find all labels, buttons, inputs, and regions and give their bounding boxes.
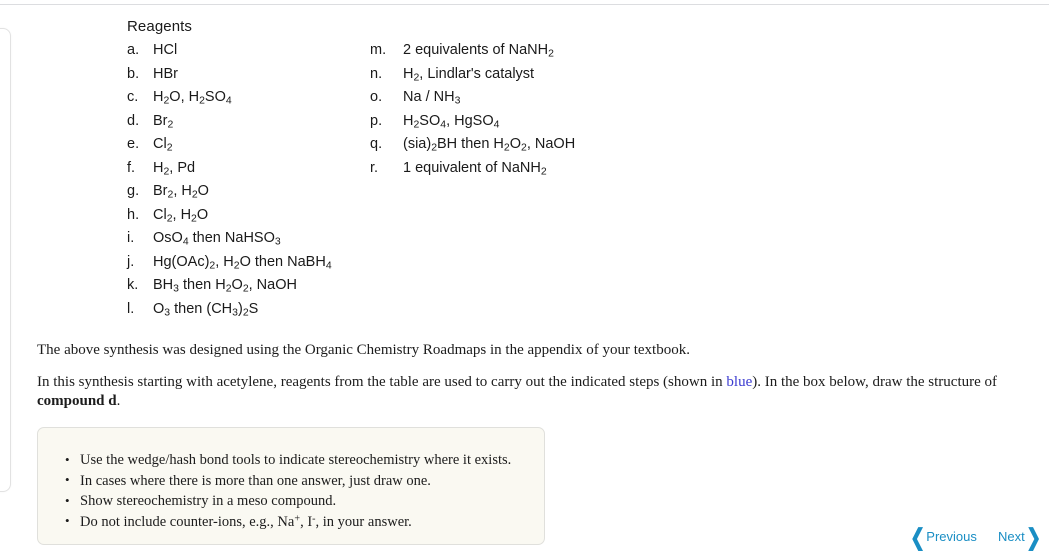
reagent-value: H2, Lindlar's catalyst [403,65,535,83]
next-button[interactable]: Next ❯ [998,524,1043,550]
reagent-row-q: q. (sia)2BH then H2O2, NaOH [370,133,670,157]
reagent-key: d. [127,112,140,129]
reagents-table: Reagents a. HCl b. HBr c. H2O, H2SO4 d. Br2 e. Cl… [127,16,687,318]
pagination-nav: ❮ Previous Next ❯ [900,524,1043,552]
reagents-left-column: a. HCl b. HBr c. H2O, H2SO4 d. Br2 e. Cl2 f. H2, Pd… [127,39,377,321]
reagent-value: H2O, H2SO4 [153,89,232,107]
previous-button-label: Previous [926,529,977,544]
reagent-key: e. [127,136,140,152]
reagent-row-i: i. OsO4 then NaHSO3 [127,227,377,251]
counter-ions-text-1: Do not include counter-ions, e.g., Na [80,513,295,530]
reagent-row-l: l. O3 then (CH3)2S [127,298,377,322]
roadmap-paragraph: The above synthesis was designed using t… [37,342,690,358]
reagent-value: O3 then (CH3)2S [153,300,259,318]
reagent-key: p. [370,112,383,129]
counter-ions-text-3: , in your answer. [315,513,412,530]
reagent-value: Br2, H2O [153,183,209,201]
reagent-value: H2SO4, HgSO4 [403,112,500,130]
reagent-value: 1 equivalent of NaNH2 [403,159,547,177]
previous-button[interactable]: ❮ Previous [908,524,977,550]
reagent-value: BH3 then H2O2, NaOH [153,277,297,295]
reagent-key: g. [127,183,140,199]
instruction-item-meso: Show stereochemistry in a meso compound. [65,491,532,512]
reagent-value: H2, Pd [153,159,196,177]
reagent-row-p: p. H2SO4, HgSO4 [370,110,670,134]
reagent-value: (sia)2BH then H2O2, NaOH [403,136,576,154]
reagent-row-o: o. Na / NH3 [370,86,670,110]
reagent-value: Br2 [153,112,174,130]
reagent-key: o. [370,89,383,105]
chevron-left-icon: ❮ [910,523,926,550]
reagent-row-g: g. Br2, H2O [127,180,377,204]
reagent-key: j. [127,253,135,270]
chevron-right-icon: ❯ [1025,523,1041,550]
instruction-item-one-answer: In cases where there is more than one an… [65,470,532,492]
reagent-value: Cl2 [153,136,173,154]
synthesis-blue-word: blue [726,374,753,390]
instruction-item-stereochemistry: Use the wedge/hash bond tools to indicat… [65,450,532,471]
reagent-row-m: m. 2 equivalents of NaNH2 [370,39,670,63]
reagent-key: c. [127,89,139,105]
instruction-item-counter-ions: Do not include counter-ions, e.g., Na+, … [65,511,532,533]
next-button-label: Next [998,529,1025,544]
reagent-value: HBr [153,65,178,82]
synthesis-paragraph: In this synthesis starting with acetylen… [37,373,1012,411]
left-panel-edge [0,28,11,492]
synthesis-compound-label: compound d [37,393,117,409]
reagent-row-h: h. Cl2, H2O [127,204,377,228]
reagent-row-f: f. H2, Pd [127,157,377,181]
top-divider [0,4,1049,5]
synthesis-text-part3: . [116,393,121,409]
instructions-box: Use the wedge/hash bond tools to indicat… [37,427,545,545]
reagents-right-column: m. 2 equivalents of NaNH2 n. H2, Lindlar's … [370,39,670,180]
synthesis-text-part2: ). In the box below, draw the structure … [752,374,998,390]
reagents-title: Reagents [127,18,193,35]
reagent-key: m. [370,42,387,58]
reagent-key: r. [370,159,379,176]
reagent-value: Na / NH3 [403,89,461,107]
reagent-key: q. [370,136,383,152]
reagent-row-j: j. Hg(OAc)2, H2O then NaBH4 [127,251,377,275]
reagent-key: k. [127,277,139,293]
reagent-row-a: a. HCl [127,39,377,63]
reagent-value: Hg(OAc)2, H2O then NaBH4 [153,253,332,271]
reagent-row-n: n. H2, Lindlar's catalyst [370,63,670,87]
reagent-row-b: b. HBr [127,63,377,87]
reagent-key: a. [127,42,140,58]
instructions-list: Use the wedge/hash bond tools to indicat… [38,428,544,532]
synthesis-text-part1: In this synthesis starting with acetylen… [37,374,727,390]
reagent-row-c: c. H2O, H2SO4 [127,86,377,110]
reagent-value: HCl [153,42,178,58]
reagent-key: h. [127,206,140,223]
counter-ions-text-2: , I [300,513,313,530]
reagent-value: Cl2, H2O [153,206,209,224]
reagent-key: l. [127,300,135,317]
reagent-key: i. [127,230,135,246]
reagent-key: b. [127,65,140,82]
reagent-key: f. [127,159,136,176]
reagent-value: OsO4 then NaHSO3 [153,230,281,248]
reagent-key: n. [370,65,383,82]
reagent-row-k: k. BH3 then H2O2, NaOH [127,274,377,298]
reagent-row-d: d. Br2 [127,110,377,134]
reagent-row-r: r. 1 equivalent of NaNH2 [370,157,670,181]
reagent-row-e: e. Cl2 [127,133,377,157]
reagent-value: 2 equivalents of NaNH2 [403,42,554,60]
